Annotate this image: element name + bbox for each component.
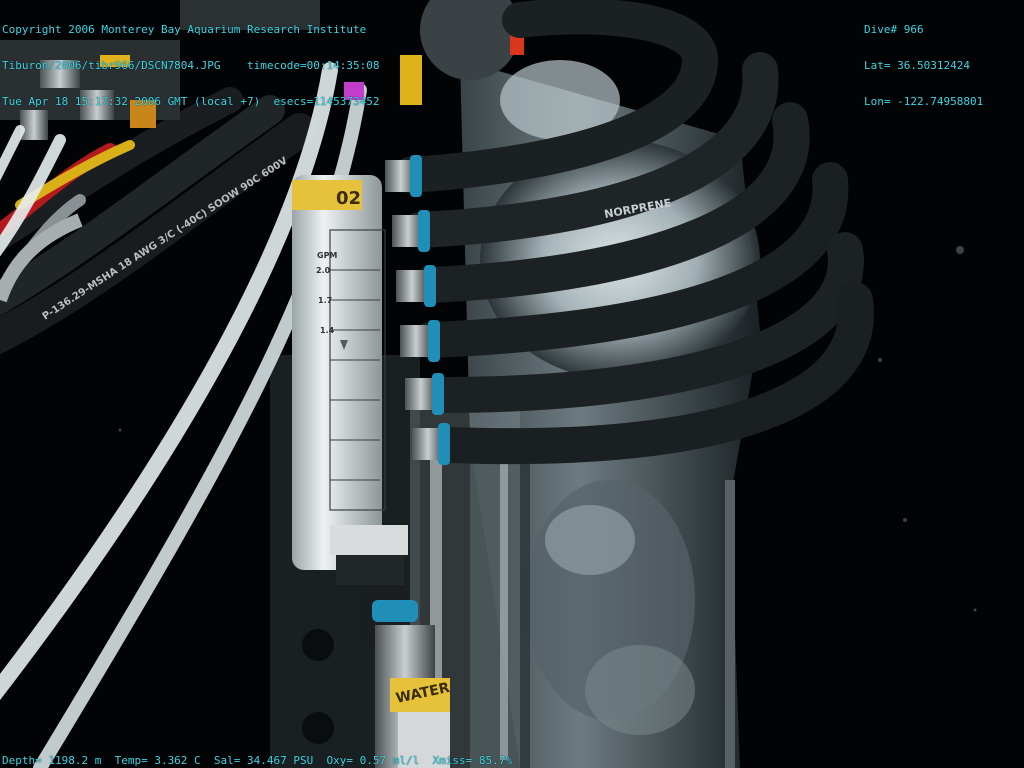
overlay-latitude: Lat= 36.50312424 bbox=[864, 59, 970, 72]
flowmeter-tick-3: 1.4 bbox=[320, 326, 335, 335]
flowmeter-tick-2: 1.7 bbox=[318, 296, 332, 305]
overlay-header-left: Copyright 2006 Monterey Bay Aquarium Res… bbox=[2, 0, 380, 132]
overlay-sensor-readout: Depth= 1198.2 m Temp= 3.362 C Sal= 34.46… bbox=[2, 754, 512, 767]
overlay-longitude: Lon= -122.74958801 bbox=[864, 95, 984, 108]
flowmeter-tick-1: 2.0 bbox=[316, 266, 331, 275]
flowmeter-unit-label: GPM bbox=[317, 251, 337, 260]
overlay-header-right: Dive# 966 Lat= 36.50312424 Lon= -122.749… bbox=[864, 0, 983, 132]
overlay-dive-number: Dive# 966 bbox=[864, 23, 924, 36]
flowmeter-tag-label: 02 bbox=[336, 188, 361, 209]
overlay-datetime: Tue Apr 18 15:17:32 2006 GMT (local +7) … bbox=[2, 95, 380, 108]
seafloor-camera-frame: NORPRENE P-136.29-MSHA 18 AWG 3/C (-40C)… bbox=[0, 0, 1024, 768]
overlay-file-timecode: Tiburon/2006/tibr966/DSCN7804.JPG timeco… bbox=[2, 59, 380, 72]
overlay-copyright: Copyright 2006 Monterey Bay Aquarium Res… bbox=[2, 23, 367, 36]
